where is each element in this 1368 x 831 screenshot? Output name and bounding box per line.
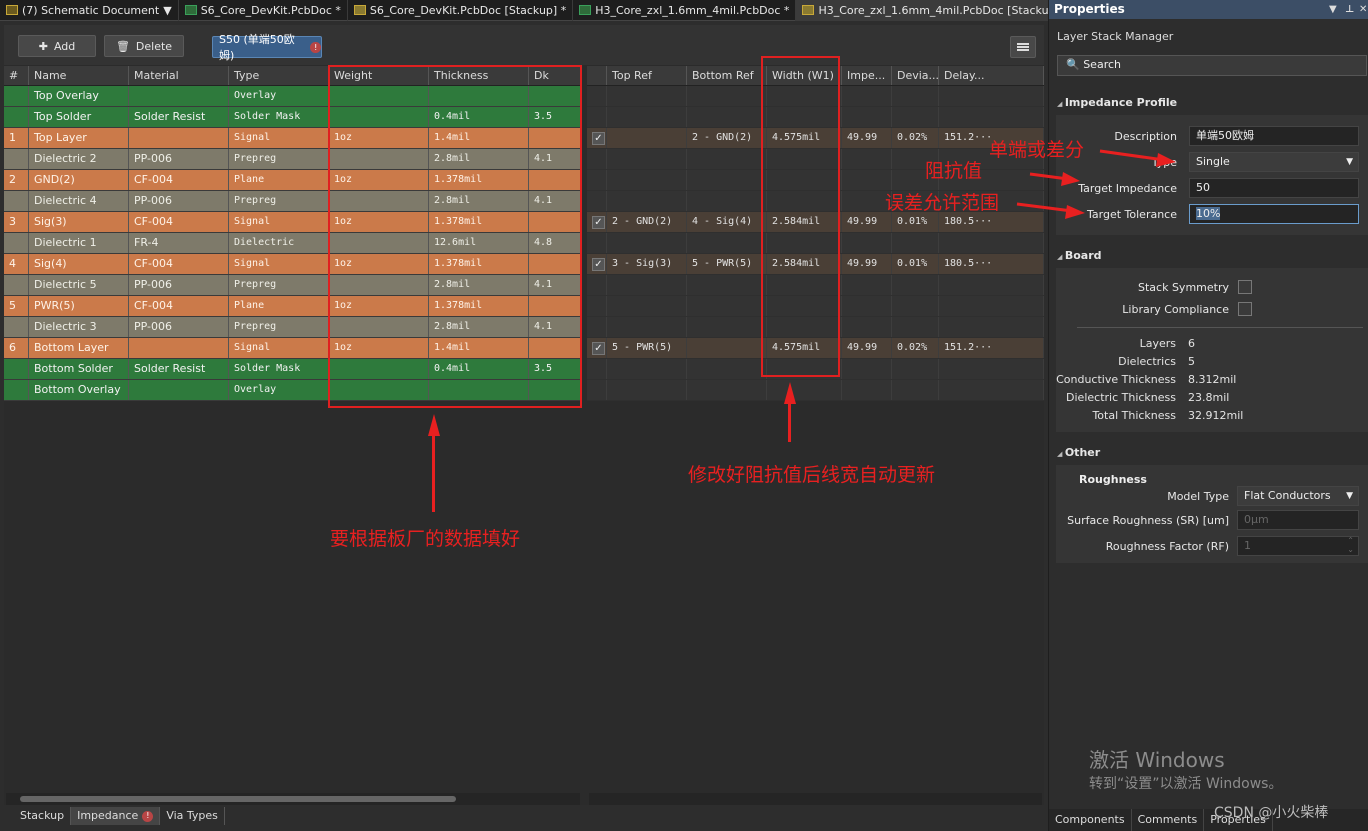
annotation-arrow — [1099, 149, 1165, 162]
annotation-arrowhead — [1061, 172, 1080, 186]
annotation-arrow — [1016, 202, 1073, 213]
annotation-arrowhead — [1156, 153, 1176, 167]
annotation-arrows — [1016, 149, 1176, 219]
annotation-arrowhead — [1065, 205, 1085, 219]
